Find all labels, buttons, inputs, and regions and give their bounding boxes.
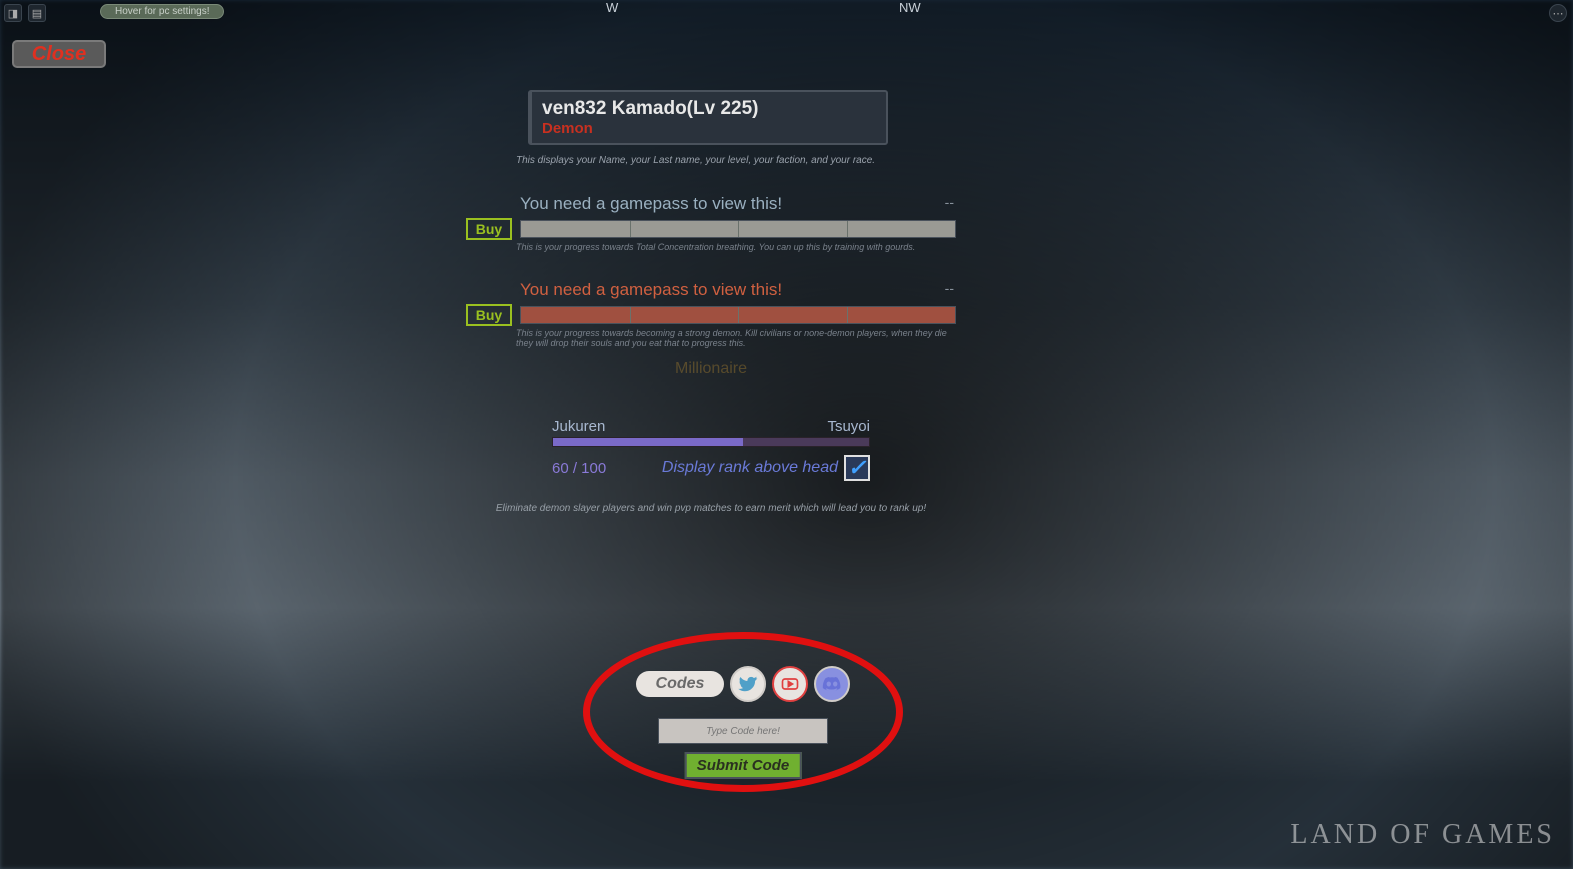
buy-concentration-button[interactable]: Buy [466, 218, 512, 240]
player-faction: Demon [542, 120, 876, 137]
rank-desc: Eliminate demon slayer players and win p… [466, 503, 956, 514]
display-rank-checkbox[interactable]: ✓ [844, 455, 870, 481]
concentration-desc: This is your progress towards Total Conc… [516, 242, 956, 252]
concentration-label: You need a gamepass to view this!-- [520, 194, 956, 214]
discord-icon[interactable] [814, 666, 850, 702]
rank-section: Jukuren Tsuyoi 60 / 100 Display rank abo… [466, 418, 956, 514]
watermark: LAND OF GAMES [1290, 819, 1555, 851]
code-input[interactable] [658, 718, 828, 744]
millionaire-label: Millionaire [466, 360, 956, 378]
player-name: ven832 Kamado(Lv 225) [542, 98, 876, 120]
profile-panel: ven832 Kamado(Lv 225) Demon This display… [466, 90, 956, 514]
buy-demon-button[interactable]: Buy [466, 304, 512, 326]
rank-progress-fill [553, 438, 743, 446]
rank-right-label: Tsuyoi [827, 418, 870, 435]
display-rank-toggle-label: Display rank above head ✓ [662, 455, 870, 481]
compass-west: W [606, 0, 618, 15]
settings-icon[interactable]: ⋯ [1549, 4, 1567, 22]
youtube-icon[interactable] [772, 666, 808, 702]
rank-value: 60 / 100 [552, 460, 606, 477]
close-button[interactable]: Close [12, 40, 106, 68]
concentration-progress-bar [520, 220, 956, 238]
name-card-hint: This displays your Name, your Last name,… [516, 155, 956, 166]
demon-section: You need a gamepass to view this!-- Buy … [466, 280, 956, 348]
codes-pill: Codes [636, 671, 725, 697]
rank-progress-bar [552, 437, 870, 447]
rank-left-label: Jukuren [552, 418, 605, 435]
compass-northwest: NW [899, 0, 921, 15]
code-redeem-area: Codes Submit Code [583, 632, 903, 792]
demon-label: You need a gamepass to view this!-- [520, 280, 956, 300]
submit-code-button[interactable]: Submit Code [685, 752, 802, 779]
demon-desc: This is your progress towards becoming a… [516, 328, 956, 348]
twitter-icon[interactable] [730, 666, 766, 702]
demon-progress-bar [520, 306, 956, 324]
player-name-card: ven832 Kamado(Lv 225) Demon [528, 90, 888, 145]
compass-bar: W NW [0, 0, 1573, 18]
concentration-section: You need a gamepass to view this!-- Buy … [466, 194, 956, 252]
